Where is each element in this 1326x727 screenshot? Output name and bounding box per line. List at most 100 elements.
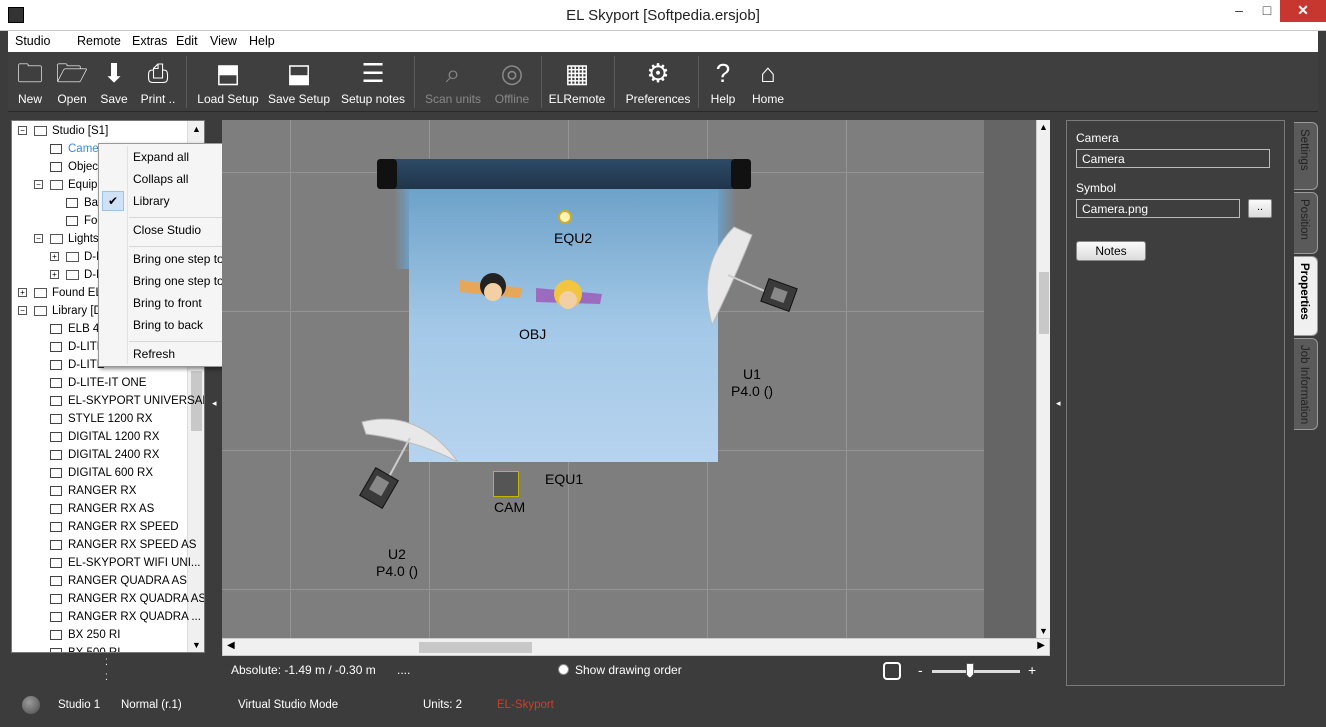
scroll-thumb[interactable]	[1039, 272, 1049, 334]
title-bar: EL Skyport [Softpedia.ersjob] ‒ □ ✕	[0, 0, 1326, 31]
splitter-right-icon[interactable]: ◂	[1056, 398, 1061, 409]
zoom-out-button[interactable]: -	[918, 662, 923, 678]
tree-item[interactable]: STYLE 1200 RX	[50, 410, 152, 428]
umbrella-u2-icon[interactable]	[358, 412, 468, 516]
help-button[interactable]: ? Help	[706, 56, 740, 110]
tab-job-information[interactable]: Job Information	[1294, 338, 1318, 430]
zoom-slider-thumb[interactable]	[965, 663, 974, 678]
tree-item[interactable]: EL-SKYPORT UNIVERSAL	[50, 392, 204, 410]
context-menu-item[interactable]: Bring to back	[133, 316, 203, 334]
camera-marker-icon[interactable]	[493, 471, 519, 497]
save-setup-button[interactable]: ⬓ Save Setup	[267, 56, 331, 110]
tab-properties[interactable]: Properties	[1294, 256, 1318, 336]
tree-item[interactable]: BX 500 RI	[50, 644, 120, 652]
expand-icon[interactable]: +	[50, 252, 59, 261]
splitter-bottom-icon[interactable]: ⁚	[105, 657, 108, 668]
collapse-icon[interactable]: −	[18, 306, 27, 315]
context-menu-item[interactable]: Refresh	[133, 345, 175, 363]
browse-symbol-button[interactable]: ..	[1248, 199, 1272, 218]
context-menu-item[interactable]: Bring to front	[133, 294, 202, 312]
tree-item[interactable]: DIGITAL 600 RX	[50, 464, 153, 482]
tab-position-label: Position	[1298, 199, 1310, 240]
tree-item[interactable]: RANGER RX AS	[50, 500, 154, 518]
splitter-bottom-icon[interactable]: ⁚	[105, 672, 108, 683]
scroll-right-icon[interactable]: ▶	[1037, 640, 1045, 651]
splitter-left-icon[interactable]: ◂	[212, 398, 217, 409]
context-menu-item[interactable]: Collaps all	[133, 170, 188, 188]
tree-item[interactable]: RANGER RX	[50, 482, 136, 500]
offline-button[interactable]: ◎ Offline	[490, 56, 534, 110]
zoom-fit-icon[interactable]	[883, 662, 901, 680]
tab-position[interactable]: Position	[1294, 192, 1318, 254]
menu-extras[interactable]: Extras	[132, 34, 167, 48]
menu-edit[interactable]: Edit	[176, 34, 198, 48]
stage-horizontal-scrollbar[interactable]: ◀ ▶	[222, 638, 1050, 656]
setup-notes-button[interactable]: ☰ Setup notes	[338, 56, 408, 110]
symbol-input[interactable]	[1076, 199, 1240, 218]
home-button[interactable]: ⌂ Home	[748, 56, 788, 110]
scroll-up-icon[interactable]: ▲	[188, 121, 204, 138]
show-drawing-order-option[interactable]: Show drawing order	[558, 663, 682, 677]
elremote-button[interactable]: ▦ ELRemote	[548, 56, 606, 110]
maximize-button[interactable]: □	[1254, 0, 1280, 22]
close-button[interactable]: ✕	[1280, 0, 1326, 22]
collapse-icon[interactable]: −	[34, 234, 43, 243]
notes-button[interactable]: Notes	[1076, 241, 1146, 261]
tree-item[interactable]: DIGITAL 2400 RX	[50, 446, 159, 464]
tree-item[interactable]: D-LITE-IT ONE	[50, 374, 146, 392]
studio-stage[interactable]: EQU2 OBJ U1 P4.0 () U2 P4.0 () CAM EQU1	[222, 120, 1036, 638]
preferences-button[interactable]: ⚙ Preferences	[622, 56, 694, 110]
scroll-up-icon[interactable]: ▲	[1039, 122, 1048, 132]
tree-item-label: STYLE 1200 RX	[68, 413, 153, 425]
context-menu-item[interactable]: Library	[133, 192, 170, 210]
menu-help[interactable]: Help	[249, 34, 275, 48]
load-setup-button[interactable]: ⬒ Load Setup	[196, 56, 260, 110]
open-button[interactable]: 🗁 Open	[54, 56, 90, 110]
tree-item[interactable]: RANGER RX QUADRA ...	[50, 608, 201, 626]
menu-view[interactable]: View	[210, 34, 237, 48]
scroll-down-icon[interactable]: ▼	[1039, 626, 1048, 636]
tree-item[interactable]: BX 250 RI	[50, 626, 120, 644]
menu-remote[interactable]: Remote	[77, 34, 121, 48]
tree-item[interactable]: RANGER RX SPEED AS	[50, 536, 196, 554]
radio-icon[interactable]	[558, 664, 569, 675]
collapse-icon[interactable]: −	[34, 180, 43, 189]
stage-vertical-scrollbar[interactable]: ▲ ▼	[1036, 120, 1050, 638]
save-button[interactable]: ⬇ Save	[96, 56, 132, 110]
scroll-thumb[interactable]	[419, 642, 532, 653]
lib-icon	[50, 593, 62, 604]
expand-icon[interactable]: +	[50, 270, 59, 279]
context-menu-item[interactable]: Close Studio	[133, 221, 201, 239]
zoom-slider[interactable]	[932, 670, 1020, 673]
menu-studio[interactable]: Studio	[15, 34, 50, 48]
tree-item[interactable]: − Library [D	[18, 302, 102, 320]
tree-item[interactable]: EL-SKYPORT WIFI UNI...	[50, 554, 201, 572]
tree-item[interactable]: RANGER RX SPEED	[50, 518, 179, 536]
tree-item[interactable]: DIGITAL 1200 RX	[50, 428, 159, 446]
context-menu-item[interactable]: Expand all	[133, 148, 189, 166]
expand-icon[interactable]: +	[18, 288, 27, 297]
setup-notes-label: Setup notes	[340, 92, 406, 106]
umbrella-u1-icon[interactable]	[694, 225, 806, 335]
scan-units-button[interactable]: ⌕ Scan units	[422, 56, 484, 110]
lib-icon	[50, 395, 62, 406]
tree-item[interactable]: − Lights	[34, 230, 99, 248]
backdrop-roll[interactable]	[377, 159, 751, 189]
tree-item[interactable]: Object	[50, 158, 101, 176]
tree-item[interactable]: − Studio [S1]	[18, 122, 108, 140]
tab-settings[interactable]: Settings	[1294, 122, 1318, 190]
new-button[interactable]: 🗀 New	[12, 56, 48, 110]
camera-name-input[interactable]	[1076, 149, 1270, 168]
tree-item[interactable]: RANGER RX QUADRA AS	[50, 590, 204, 608]
scroll-left-icon[interactable]: ◀	[227, 640, 235, 651]
tree-item-label: RANGER RX	[68, 485, 137, 497]
lib-icon	[50, 485, 62, 496]
print-button[interactable]: ⎙ Print ..	[138, 56, 178, 110]
collapse-icon[interactable]: −	[18, 126, 27, 135]
equ2-marker-icon[interactable]	[558, 210, 572, 224]
tree-item[interactable]: RANGER QUADRA AS	[50, 572, 187, 590]
scroll-down-icon[interactable]: ▼	[188, 637, 204, 652]
subjects-icon[interactable]	[454, 268, 614, 318]
minimize-button[interactable]: ‒	[1224, 0, 1254, 22]
zoom-in-button[interactable]: +	[1028, 662, 1036, 678]
